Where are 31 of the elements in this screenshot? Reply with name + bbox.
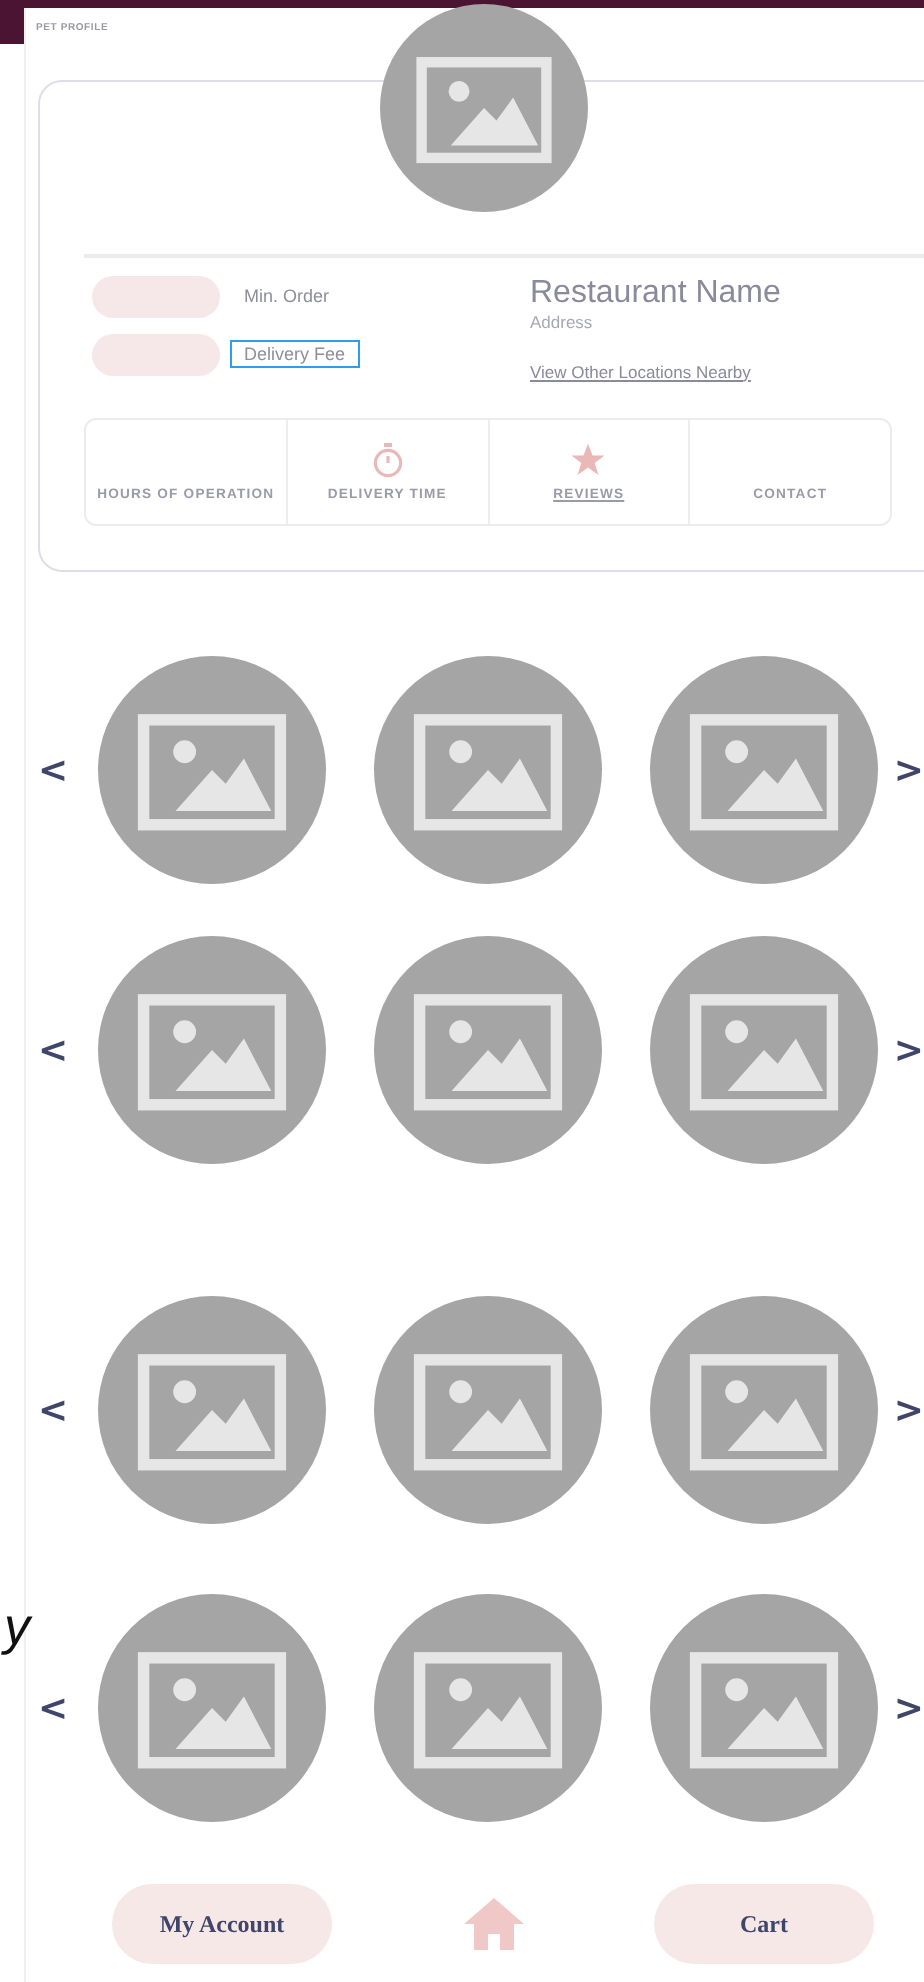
my-account-button[interactable]: My Account xyxy=(112,1884,332,1964)
restaurant-name: Restaurant Name xyxy=(530,275,781,311)
stray-text: y xyxy=(0,1600,35,1652)
image-placeholder-icon xyxy=(649,1296,878,1524)
image-placeholder-icon xyxy=(373,1594,602,1822)
previous-button[interactable]: < xyxy=(38,1029,98,1071)
next-button[interactable]: > xyxy=(893,1687,924,1729)
image-placeholder-icon xyxy=(97,936,326,1164)
cart-button[interactable]: Cart xyxy=(654,1884,874,1964)
next-button[interactable]: > xyxy=(893,749,924,791)
home-icon[interactable] xyxy=(463,1898,523,1950)
image-placeholder-icon xyxy=(373,1296,602,1524)
image-placeholder-icon xyxy=(97,1296,326,1524)
image-placeholder-icon xyxy=(649,656,878,884)
star-icon xyxy=(570,441,607,477)
fee-label: Delivery Fee xyxy=(230,340,360,368)
image-placeholder-icon xyxy=(649,1594,878,1822)
stopwatch-icon xyxy=(371,441,404,477)
next-button[interactable]: > xyxy=(893,1029,924,1071)
image-placeholder-icon xyxy=(373,936,602,1164)
image-placeholder-icon xyxy=(373,656,602,884)
image-placeholder-icon xyxy=(649,936,878,1164)
previous-button[interactable]: < xyxy=(38,749,98,791)
address-text: Address xyxy=(530,311,595,331)
locations-link[interactable]: View Other Locations Nearby xyxy=(530,361,781,381)
previous-button[interactable]: < xyxy=(38,1687,98,1729)
image-placeholder-icon xyxy=(97,1594,326,1822)
image-placeholder-icon xyxy=(97,656,326,884)
previous-button[interactable]: < xyxy=(38,1389,98,1431)
fee-label: Min. Order xyxy=(242,284,332,310)
next-button[interactable]: > xyxy=(893,1389,924,1431)
